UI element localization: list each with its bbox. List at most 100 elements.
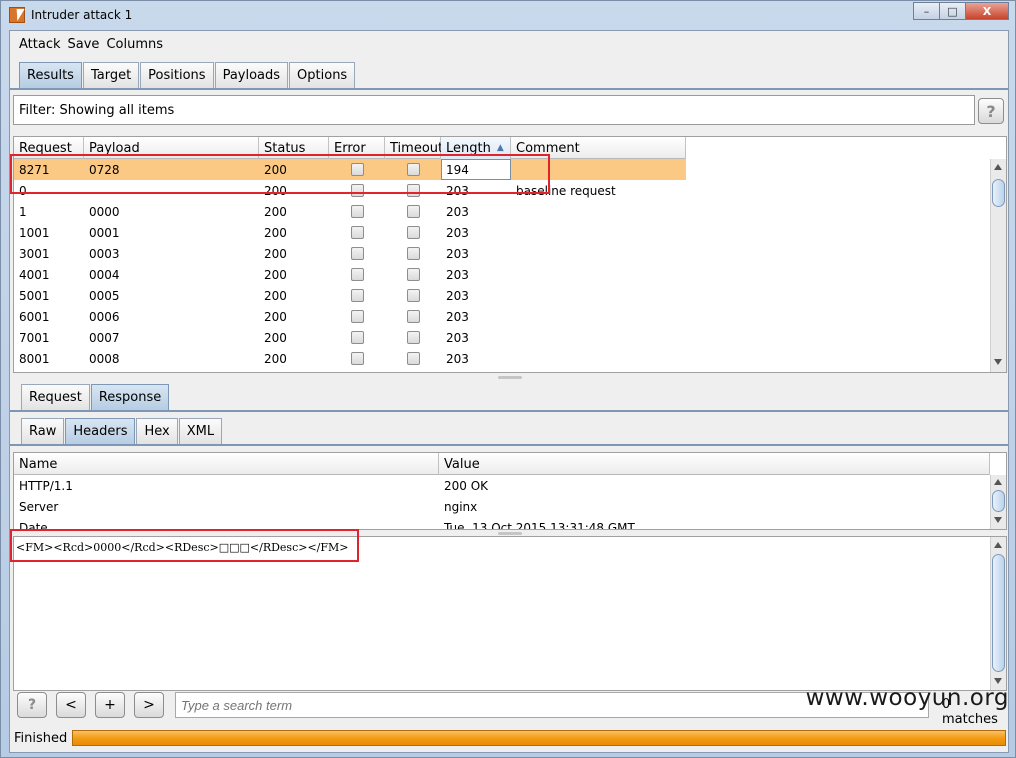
timeout-checkbox[interactable] <box>406 331 420 344</box>
col-value[interactable]: Value <box>439 453 990 475</box>
body-scrollbar[interactable] <box>990 537 1006 690</box>
tab-payloads[interactable]: Payloads <box>214 62 289 88</box>
burp-app-icon <box>9 7 25 23</box>
menu-save[interactable]: Save <box>68 37 100 52</box>
help-icon: ? <box>27 697 37 713</box>
table-row[interactable]: 7001 0007 200 203 <box>14 327 686 348</box>
title-bar[interactable]: Intruder attack 1 – □ X <box>1 1 1015 29</box>
tab-response[interactable]: Response <box>90 384 170 410</box>
cell-status: 200 <box>264 288 287 303</box>
timeout-checkbox[interactable] <box>406 226 420 239</box>
scroll-up-icon[interactable] <box>994 164 1002 170</box>
headers-scrollbar[interactable] <box>990 475 1006 529</box>
maximize-button[interactable]: □ <box>939 2 965 20</box>
menu-bar: Attack Save Columns <box>10 31 1008 57</box>
table-row[interactable]: 5001 0005 200 203 <box>14 285 686 306</box>
cell-status: 200 <box>264 246 287 261</box>
cell-length: 203 <box>446 330 469 345</box>
cell-status: 200 <box>264 330 287 345</box>
cell-request: 5001 <box>19 288 50 303</box>
error-checkbox[interactable] <box>350 289 364 302</box>
search-help-button[interactable]: ? <box>17 692 47 718</box>
tab-results[interactable]: Results <box>19 62 82 88</box>
error-checkbox[interactable] <box>350 247 364 260</box>
scroll-up-icon[interactable] <box>994 479 1002 485</box>
cell-timeout <box>385 285 441 306</box>
tab-target[interactable]: Target <box>82 62 140 88</box>
window-controls: – □ X <box>913 2 1009 20</box>
scroll-down-icon[interactable] <box>994 517 1002 523</box>
scroll-down-icon[interactable] <box>994 678 1002 684</box>
tab-options[interactable]: Options <box>289 62 356 88</box>
error-checkbox[interactable] <box>350 352 364 365</box>
scroll-thumb[interactable] <box>992 554 1005 672</box>
menu-columns[interactable]: Columns <box>106 37 163 52</box>
table-row[interactable]: 1001 0001 200 203 <box>14 222 686 243</box>
cell-timeout <box>385 222 441 243</box>
cell-length: 203 <box>446 246 469 261</box>
table-row[interactable]: 3001 0003 200 203 <box>14 243 686 264</box>
cell-error <box>329 222 385 243</box>
cell-status: 200 <box>264 309 287 324</box>
search-add-button[interactable]: + <box>95 692 125 718</box>
progress-fill <box>73 731 1005 745</box>
error-checkbox[interactable] <box>350 205 364 218</box>
timeout-checkbox[interactable] <box>406 268 420 281</box>
table-row[interactable]: 8001 0008 200 203 <box>14 348 686 369</box>
cell-request: 8001 <box>19 351 50 366</box>
scroll-thumb[interactable] <box>992 490 1005 512</box>
headers-splitter[interactable] <box>498 532 522 535</box>
cell-payload: 0005 <box>89 288 120 303</box>
view-tabs-divider <box>10 444 1008 446</box>
menu-attack[interactable]: Attack <box>19 37 61 52</box>
search-next-button[interactable]: > <box>134 692 164 718</box>
timeout-checkbox[interactable] <box>406 310 420 323</box>
minimize-button[interactable]: – <box>913 2 939 20</box>
tab-positions[interactable]: Positions <box>140 62 214 88</box>
error-checkbox[interactable] <box>350 310 364 323</box>
close-button[interactable]: X <box>965 2 1009 20</box>
cell-request: 1001 <box>19 225 50 240</box>
cell-comment <box>511 222 686 243</box>
timeout-checkbox[interactable] <box>406 352 420 365</box>
filter-help-button[interactable]: ? <box>978 98 1004 124</box>
error-checkbox[interactable] <box>350 331 364 344</box>
scroll-up-icon[interactable] <box>994 542 1002 548</box>
cell-payload: 0007 <box>89 330 120 345</box>
scroll-down-icon[interactable] <box>994 359 1002 365</box>
results-scrollbar[interactable] <box>990 159 1006 372</box>
table-row[interactable]: HTTP/1.1 200 OK <box>14 475 990 496</box>
tab-headers[interactable]: Headers <box>65 418 136 444</box>
cell-length: 203 <box>446 204 469 219</box>
tab-hex[interactable]: Hex <box>136 418 178 444</box>
error-checkbox[interactable] <box>350 226 364 239</box>
tab-xml[interactable]: XML <box>178 418 223 444</box>
error-checkbox[interactable] <box>350 268 364 281</box>
sort-ascending-icon: ▲ <box>496 143 504 153</box>
scroll-thumb[interactable] <box>992 179 1005 207</box>
table-row[interactable]: 6001 0006 200 203 <box>14 306 686 327</box>
cell-error <box>329 264 385 285</box>
search-prev-button[interactable]: < <box>56 692 86 718</box>
cell-error <box>329 243 385 264</box>
tab-raw[interactable]: Raw <box>21 418 65 444</box>
results-splitter[interactable] <box>498 376 522 379</box>
filter-bar[interactable]: Filter: Showing all items <box>13 95 975 125</box>
timeout-checkbox[interactable] <box>406 289 420 302</box>
table-row[interactable]: 1 0000 200 203 <box>14 201 686 222</box>
col-name[interactable]: Name <box>14 453 439 475</box>
tab-request[interactable]: Request <box>21 384 90 410</box>
table-row[interactable]: 4001 0004 200 203 <box>14 264 686 285</box>
cell-payload: 0001 <box>89 225 120 240</box>
cell-name: Server <box>19 499 59 514</box>
timeout-checkbox[interactable] <box>406 205 420 218</box>
headers-header: Name Value <box>14 453 990 475</box>
reqresp-divider <box>10 410 1008 412</box>
table-row[interactable]: Server nginx <box>14 496 990 517</box>
client-area: Attack Save Columns Results Target Posit… <box>9 30 1009 753</box>
cell-payload: 0008 <box>89 351 120 366</box>
cell-error <box>329 327 385 348</box>
cell-timeout <box>385 201 441 222</box>
timeout-checkbox[interactable] <box>406 247 420 260</box>
highlight-box-result-row <box>10 154 550 194</box>
